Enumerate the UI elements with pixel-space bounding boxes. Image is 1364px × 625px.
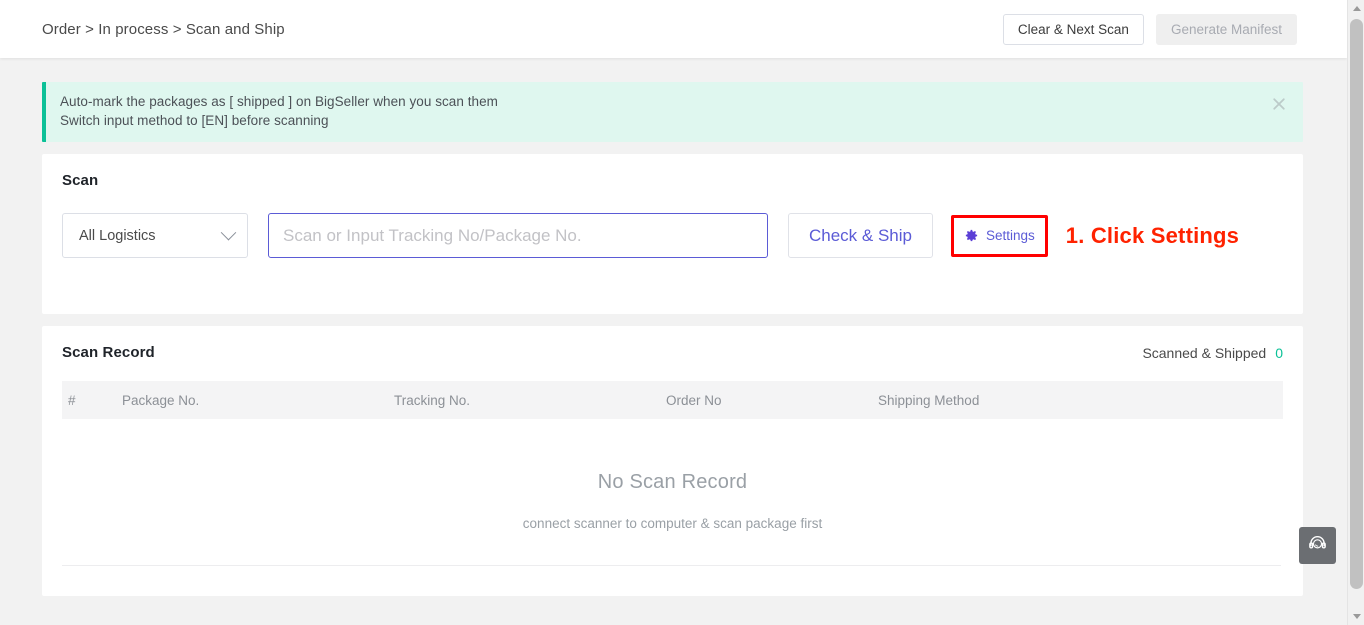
- scanned-shipped-counter: Scanned & Shipped 0: [1142, 345, 1283, 361]
- column-header-shipping-method: Shipping Method: [878, 392, 980, 408]
- column-header-order-no: Order No: [666, 392, 722, 408]
- scan-record-header: Scan Record Scanned & Shipped 0: [62, 344, 1283, 361]
- scan-input[interactable]: [268, 213, 768, 258]
- column-header-tracking-no: Tracking No.: [394, 392, 471, 408]
- logistics-select-value: All Logistics: [79, 227, 156, 244]
- breadcrumb: Order > In process > Scan and Ship: [42, 20, 285, 38]
- top-header-bar: Order > In process > Scan and Ship Clear…: [0, 0, 1347, 58]
- empty-state: No Scan Record connect scanner to comput…: [62, 419, 1283, 531]
- notice-banner: Auto-mark the packages as [ shipped ] on…: [42, 82, 1303, 142]
- clear-and-next-scan-button[interactable]: Clear & Next Scan: [1002, 14, 1144, 45]
- generate-manifest-button[interactable]: Generate Manifest: [1155, 14, 1297, 45]
- close-icon[interactable]: [1271, 96, 1287, 112]
- scrollbar-thumb[interactable]: [1350, 19, 1363, 589]
- scan-controls-row: All Logistics Check & Ship Settings 1. C…: [62, 213, 1283, 258]
- scanned-shipped-label: Scanned & Shipped: [1142, 344, 1267, 361]
- scroll-down-arrow-icon[interactable]: [1348, 608, 1364, 625]
- page-content: Auto-mark the packages as [ shipped ] on…: [0, 58, 1347, 625]
- table-bottom-divider: [62, 565, 1281, 566]
- scroll-up-arrow-icon[interactable]: [1348, 0, 1364, 17]
- settings-button[interactable]: Settings: [951, 214, 1048, 257]
- notice-line-1: Auto-mark the packages as [ shipped ] on…: [60, 94, 498, 109]
- settings-button-label: Settings: [986, 228, 1035, 243]
- column-header-index: #: [68, 392, 76, 408]
- scan-record-card: Scan Record Scanned & Shipped 0 # Package…: [42, 326, 1303, 596]
- scanned-shipped-count: 0: [1275, 344, 1283, 361]
- chevron-down-icon: [220, 224, 237, 241]
- headset-icon: [1307, 533, 1328, 559]
- app-root: Order > In process > Scan and Ship Clear…: [0, 0, 1364, 625]
- column-header-package-no: Package No.: [122, 392, 200, 408]
- check-and-ship-button[interactable]: Check & Ship: [788, 213, 933, 258]
- notice-line-2: Switch input method to [EN] before scann…: [60, 113, 329, 128]
- empty-state-subtitle: connect scanner to computer & scan packa…: [522, 516, 823, 531]
- header-actions: Clear & Next Scan Generate Manifest: [1002, 14, 1297, 45]
- scan-card: Scan All Logistics Check & Ship Set: [42, 154, 1303, 314]
- support-chat-button[interactable]: [1299, 527, 1336, 564]
- page-scrollbar[interactable]: [1347, 0, 1364, 625]
- scan-section-title: Scan: [62, 172, 99, 189]
- table-header-row: # Package No. Tracking No. Order No Ship…: [62, 381, 1283, 419]
- scan-record-title: Scan Record: [62, 344, 155, 361]
- gear-icon: [964, 228, 979, 243]
- annotation-click-settings: 1. Click Settings: [1065, 222, 1240, 248]
- logistics-select[interactable]: All Logistics: [62, 213, 248, 258]
- empty-state-title: No Scan Record: [597, 471, 748, 493]
